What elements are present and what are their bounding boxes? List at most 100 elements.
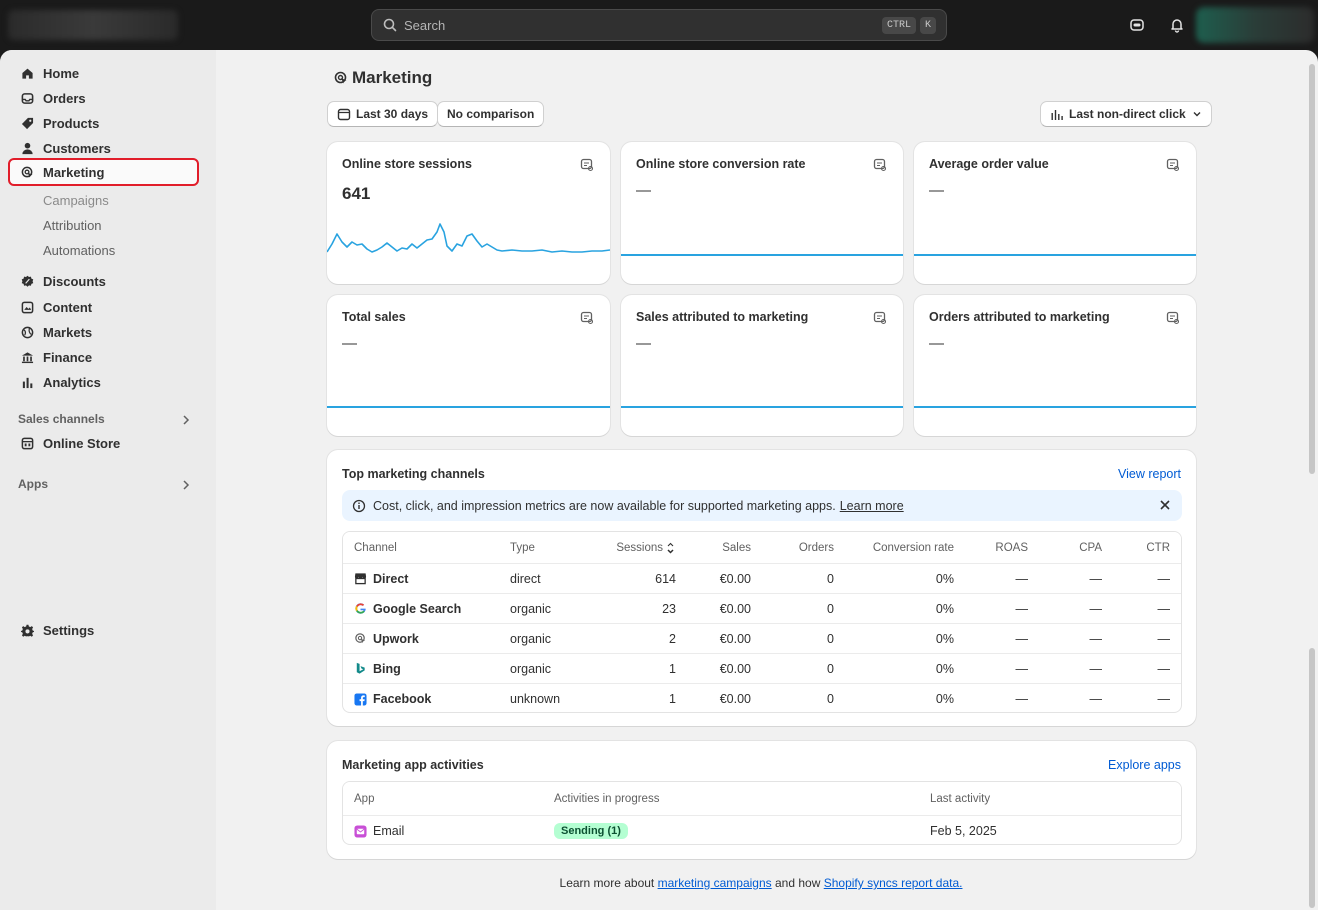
view-report-link[interactable]: View report	[1118, 467, 1181, 481]
shortcut-key-ctrl: CTRL	[881, 16, 916, 34]
flat-trend-line	[327, 406, 610, 408]
bell-icon[interactable]	[1167, 15, 1187, 35]
ctr-cell: —	[1157, 571, 1171, 586]
roas-cell: —	[1015, 631, 1029, 646]
type-cell: direct	[510, 571, 541, 586]
table-row[interactable]: Email Sending (1) Feb 5, 2025	[343, 815, 1181, 844]
attribution-model-button[interactable]: Last non-direct click	[1040, 101, 1212, 127]
roas-cell: —	[1015, 692, 1029, 706]
email-app-icon	[354, 824, 367, 838]
channel-cell: Bing	[354, 654, 401, 683]
marketing-campaigns-link[interactable]: marketing campaigns	[658, 876, 772, 890]
metric-value: —	[929, 182, 944, 199]
sidebar-item-finance[interactable]: Finance	[10, 345, 200, 370]
metric-card-sales-attributed[interactable]: Sales attributed to marketing —	[621, 295, 903, 436]
table-row[interactable]: Facebook unknown 1 €0.00 0 0% — — —	[343, 683, 1181, 712]
account-menu[interactable]	[1196, 7, 1314, 43]
sidebar-item-products[interactable]: Products	[10, 111, 200, 136]
metric-report-icon[interactable]	[1166, 158, 1180, 172]
scrollbar-thumb[interactable]	[1309, 64, 1315, 474]
table-row[interactable]: Direct direct 614 €0.00 0 0% — — —	[343, 563, 1181, 593]
metric-card-conversion[interactable]: Online store conversion rate —	[621, 142, 903, 284]
comparison-button[interactable]: No comparison	[437, 101, 545, 127]
sidebar-item-online-store[interactable]: Online Store	[10, 431, 200, 456]
app-name: Email	[373, 824, 405, 838]
channel-cell: Facebook	[354, 684, 432, 712]
sidebar-item-label: Finance	[43, 350, 93, 365]
scrollbar-thumb[interactable]	[1309, 648, 1315, 908]
close-icon[interactable]	[1158, 498, 1172, 512]
learn-more-link[interactable]: Learn more	[840, 499, 904, 513]
report-data-link[interactable]: Shopify syncs report data.	[824, 876, 963, 890]
col-channel: Channel	[354, 541, 397, 554]
sidebar-item-label: Analytics	[43, 375, 101, 390]
apps-heading: Apps	[18, 477, 48, 491]
sidebar-item-home[interactable]: Home	[10, 61, 200, 86]
sidebar-item-settings[interactable]: Settings	[10, 618, 200, 643]
cpa-cell: —	[1089, 601, 1103, 616]
footer-text: and how	[775, 876, 821, 890]
scrollbar[interactable]	[1307, 58, 1317, 910]
metric-report-icon[interactable]	[1166, 311, 1180, 325]
date-range-label: Last 30 days	[356, 107, 429, 121]
metric-title: Online store sessions	[342, 157, 472, 171]
shortcut-key-k: K	[919, 16, 936, 34]
metric-card-aov[interactable]: Average order value —	[914, 142, 1196, 284]
sidebar-item-analytics[interactable]: Analytics	[10, 370, 200, 395]
sales-channels-heading: Sales channels	[18, 412, 105, 426]
sidebar-item-discounts[interactable]: Discounts	[10, 269, 200, 294]
metric-report-icon[interactable]	[580, 311, 594, 325]
col-cpa: CPA	[1079, 541, 1102, 554]
sidebar-subitem-attribution[interactable]: Attribution	[43, 218, 102, 233]
chevron-right-icon[interactable]	[180, 479, 192, 491]
search-input[interactable]: Search	[404, 18, 878, 33]
channel-cell: Upwork	[354, 624, 419, 653]
sidebar-item-markets[interactable]: Markets	[10, 320, 200, 345]
attribution-model-label: Last non-direct click	[1069, 107, 1186, 121]
sidebar-item-marketing[interactable]: Marketing	[8, 158, 199, 186]
col-sessions-label: Sessions	[616, 541, 663, 554]
roas-cell: —	[1015, 661, 1029, 676]
table-header: Channel Type Sessions Sales Orders Conve…	[343, 532, 1181, 563]
metric-report-icon[interactable]	[873, 311, 887, 325]
metric-card-sessions[interactable]: Online store sessions 641	[327, 142, 610, 284]
table-row[interactable]: Bing organic 1 €0.00 0 0% — — —	[343, 653, 1181, 683]
assistant-icon[interactable]	[1127, 15, 1147, 35]
tag-icon	[20, 117, 34, 131]
roas-cell: —	[1015, 601, 1029, 616]
metric-value: 641	[342, 184, 371, 203]
cpa-cell: —	[1089, 661, 1103, 676]
metric-report-icon[interactable]	[873, 158, 887, 172]
sidebar-item-orders[interactable]: Orders	[10, 86, 200, 111]
chevron-right-icon[interactable]	[180, 414, 192, 426]
metric-card-total-sales[interactable]: Total sales —	[327, 295, 610, 436]
sidebar-subitem-campaigns[interactable]: Campaigns	[43, 193, 109, 208]
sidebar-item-label: Home	[43, 66, 80, 81]
explore-apps-link[interactable]: Explore apps	[1108, 758, 1181, 772]
date-range-button[interactable]: Last 30 days	[327, 101, 439, 127]
sessions-cell: 614	[655, 571, 676, 586]
sidebar-subitem-automations[interactable]: Automations	[43, 243, 115, 258]
info-icon	[352, 499, 366, 512]
search-bar[interactable]: Search CTRL K	[371, 9, 947, 41]
channel-name: Direct	[373, 571, 409, 586]
col-app: App	[354, 792, 375, 805]
type-cell: organic	[510, 601, 551, 616]
channel-name: Google Search	[373, 601, 462, 616]
col-sessions[interactable]: Sessions	[616, 532, 675, 563]
table-row[interactable]: Upwork organic 2 €0.00 0 0% — — —	[343, 623, 1181, 653]
info-banner: Cost, click, and impression metrics are …	[342, 490, 1182, 521]
table-row[interactable]: Google Search organic 23 €0.00 0 0% — — …	[343, 593, 1181, 623]
store-logo[interactable]	[8, 10, 178, 40]
sidebar-item-content[interactable]: Content	[10, 295, 200, 320]
sidebar-item-label: Discounts	[43, 274, 106, 289]
metric-report-icon[interactable]	[580, 158, 594, 172]
metric-card-orders-attributed[interactable]: Orders attributed to marketing —	[914, 295, 1196, 436]
sales-cell: €0.00	[719, 661, 751, 676]
channel-name: Facebook	[373, 692, 432, 706]
chart-icon	[20, 376, 34, 390]
ctr-cell: —	[1157, 631, 1171, 646]
col-conversion-rate: Conversion rate	[872, 541, 954, 554]
sidebar-item-label: Content	[43, 300, 93, 315]
target-icon	[20, 165, 34, 179]
